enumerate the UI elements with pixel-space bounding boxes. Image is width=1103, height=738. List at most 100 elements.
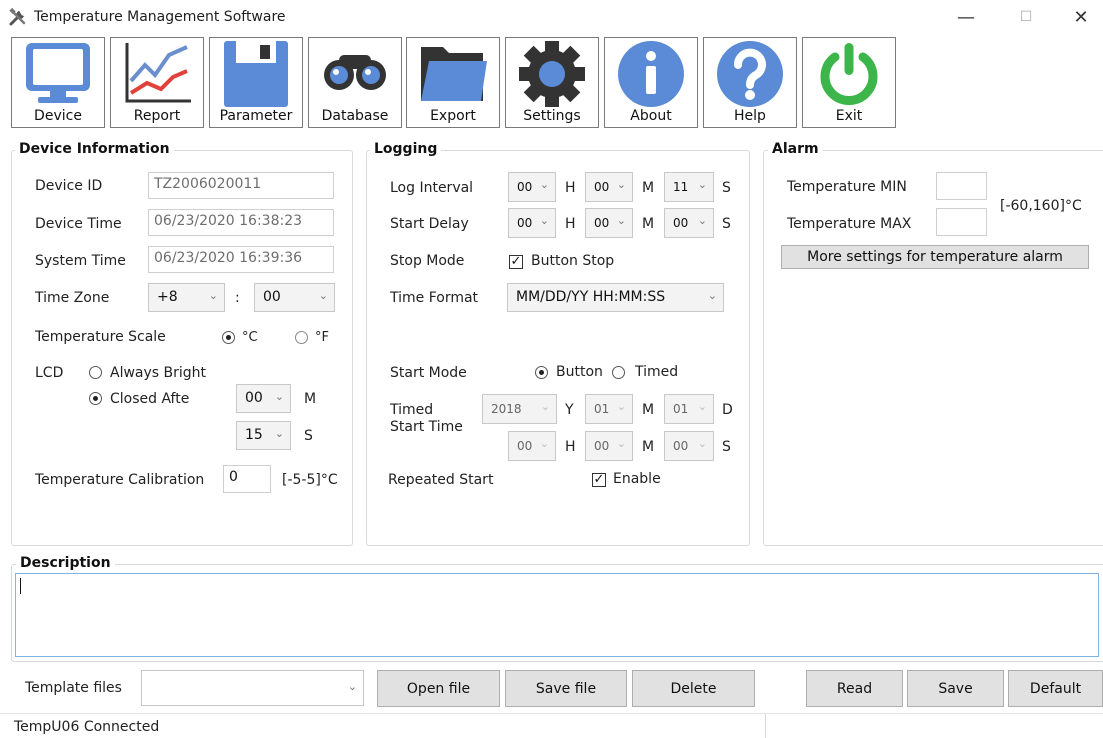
select-value: 00 — [594, 180, 610, 194]
toolbar-label: Device — [34, 108, 82, 124]
button-stop-checkbox[interactable]: ✓ — [509, 255, 523, 269]
start-timed-radio[interactable] — [612, 366, 625, 379]
select-value: 00 — [245, 390, 263, 406]
toolbar-about-button[interactable]: About — [604, 37, 698, 128]
chevron-down-icon: ⌄ — [616, 214, 626, 227]
chevron-down-icon: ⌄ — [697, 400, 707, 413]
calibration-range-label: [-5-5]°C — [282, 472, 338, 488]
celsius-label: °C — [242, 330, 258, 345]
delete-button[interactable]: Delete — [632, 670, 755, 707]
binoculars-icon — [324, 55, 386, 90]
close-button[interactable]: ✕ — [1058, 0, 1103, 34]
save-button[interactable]: Save — [907, 670, 1004, 707]
time-zone-minutes-select[interactable]: 00 ⌄ — [254, 283, 335, 312]
chevron-down-icon: ⌄ — [318, 289, 328, 302]
lcd-label: LCD — [35, 365, 64, 381]
system-time-field[interactable]: 06/23/2020 16:39:36 — [148, 246, 334, 273]
maximize-button[interactable]: ☐ — [1003, 0, 1049, 34]
select-value: 01 — [594, 402, 610, 416]
minimize-button[interactable]: — — [943, 0, 989, 34]
select-value: 00 — [517, 216, 533, 230]
timed-seconds-select[interactable]: 00 ⌄ — [664, 431, 714, 461]
toolbar-report-button[interactable]: Report — [110, 37, 204, 128]
select-value: 00 — [517, 180, 533, 194]
lcd-minutes-select[interactable]: 00 ⌄ — [236, 384, 291, 413]
read-button[interactable]: Read — [806, 670, 903, 707]
chevron-down-icon: ⌄ — [707, 289, 717, 302]
toolbar-exit-button[interactable]: Exit — [802, 37, 896, 128]
toolbar-export-button[interactable]: Export — [406, 37, 500, 128]
log-interval-seconds-select[interactable]: 11 ⌄ — [664, 172, 714, 202]
info-icon — [618, 41, 684, 107]
toolbar-device-button[interactable]: Device — [11, 37, 105, 128]
device-time-label: Device Time — [35, 216, 122, 232]
chevron-down-icon: ⌄ — [697, 178, 707, 191]
time-zone-hours-select[interactable]: +8 ⌄ — [148, 283, 225, 312]
timed-hours-select[interactable]: 00 ⌄ — [508, 431, 556, 461]
device-time-field[interactable]: 06/23/2020 16:38:23 — [148, 209, 334, 236]
toolbar-database-button[interactable]: Database — [308, 37, 402, 128]
month-unit: M — [642, 402, 655, 418]
folder-icon — [421, 47, 487, 101]
device-id-field[interactable]: TZ2006020011 — [148, 172, 334, 199]
seconds-unit: S — [722, 180, 731, 196]
fahrenheit-radio[interactable] — [295, 331, 308, 344]
chevron-down-icon: ⌄ — [539, 214, 549, 227]
select-value: 00 — [673, 439, 689, 453]
floppy-disk-icon — [224, 41, 288, 107]
timed-day-select[interactable]: 01 ⌄ — [664, 394, 714, 424]
hours-unit: H — [565, 180, 576, 196]
hours-unit: H — [565, 216, 576, 232]
temperature-max-field[interactable] — [936, 208, 987, 236]
toolbar-label: Help — [734, 108, 766, 124]
temperature-min-field[interactable] — [936, 172, 987, 200]
lcd-seconds-select[interactable]: 15 ⌄ — [236, 421, 291, 450]
toolbar-parameter-button[interactable]: Parameter — [209, 37, 303, 128]
closed-after-label: Closed Afte — [110, 391, 190, 407]
timed-start-label: Timed — [390, 402, 434, 418]
power-icon — [820, 43, 878, 105]
celsius-radio[interactable] — [222, 331, 235, 344]
closed-after-radio[interactable] — [89, 392, 102, 405]
time-zone-label: Time Zone — [35, 290, 110, 306]
timed-month-select[interactable]: 01 ⌄ — [585, 394, 633, 424]
minutes-unit: M — [642, 216, 655, 232]
status-separator — [765, 714, 766, 738]
select-value: 2018 — [491, 402, 522, 416]
timed-year-select[interactable]: 2018 ⌄ — [482, 394, 557, 424]
repeated-start-checkbox[interactable]: ✓ — [592, 473, 606, 487]
chevron-down-icon: ⌄ — [208, 289, 218, 302]
log-interval-minutes-select[interactable]: 00 ⌄ — [585, 172, 633, 202]
start-button-radio[interactable] — [535, 366, 548, 379]
repeated-start-enable-label: Enable — [613, 471, 661, 487]
device-information-title: Device Information — [15, 141, 174, 157]
description-textarea[interactable] — [15, 573, 1099, 657]
more-alarm-settings-button[interactable]: More settings for temperature alarm — [781, 245, 1089, 269]
chevron-down-icon: ⌄ — [697, 214, 707, 227]
start-delay-hours-select[interactable]: 00 ⌄ — [508, 208, 556, 238]
chevron-down-icon: ⌄ — [616, 400, 626, 413]
default-button[interactable]: Default — [1008, 670, 1103, 707]
help-icon — [717, 41, 783, 107]
year-unit: Y — [565, 402, 574, 418]
button-stop-label: Button Stop — [531, 253, 615, 269]
temperature-calibration-label: Temperature Calibration — [35, 472, 205, 488]
toolbar-settings-button[interactable]: Settings — [505, 37, 599, 128]
log-interval-hours-select[interactable]: 00 ⌄ — [508, 172, 556, 202]
open-file-button[interactable]: Open file — [377, 670, 500, 707]
description-title: Description — [16, 555, 115, 571]
toolbar-help-button[interactable]: Help — [703, 37, 797, 128]
save-file-button[interactable]: Save file — [505, 670, 627, 707]
time-format-select[interactable]: MM/DD/YY HH:MM:SS ⌄ — [507, 283, 724, 312]
temperature-max-label: Temperature MAX — [787, 216, 912, 232]
start-delay-minutes-select[interactable]: 00 ⌄ — [585, 208, 633, 238]
always-bright-radio[interactable] — [89, 366, 102, 379]
template-files-select[interactable]: ⌄ — [141, 670, 364, 706]
timed-minutes-select[interactable]: 00 ⌄ — [585, 431, 633, 461]
temperature-calibration-field[interactable]: 0 — [223, 465, 271, 493]
select-value: 00 — [673, 216, 689, 230]
select-value: 15 — [245, 427, 263, 443]
window-title: Temperature Management Software — [34, 9, 286, 25]
chevron-down-icon: ⌄ — [616, 178, 626, 191]
start-delay-seconds-select[interactable]: 00 ⌄ — [664, 208, 714, 238]
